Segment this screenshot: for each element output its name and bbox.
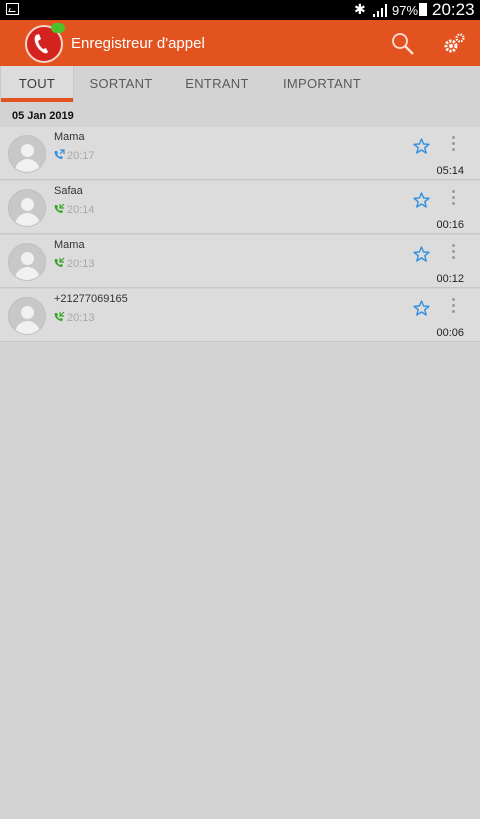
search-icon[interactable] [391, 32, 415, 56]
tab-bar: TOUT SORTANT ENTRANT IMPORTANT [0, 66, 480, 102]
more-options-icon[interactable] [451, 244, 457, 262]
app-logo [25, 23, 65, 63]
tab-important[interactable]: IMPORTANT [272, 66, 372, 102]
contact-name: Safaa [54, 185, 83, 197]
incoming-call-icon [54, 203, 65, 213]
call-row[interactable]: Safaa 20:14 00:16 [0, 181, 480, 234]
date-header-label: 05 Jan 2019 [12, 110, 74, 122]
clock: 20:23 [432, 0, 475, 19]
tab-tout[interactable]: TOUT [0, 66, 74, 102]
avatar [8, 297, 46, 335]
contact-name: +21277069165 [54, 293, 128, 305]
avatar [8, 135, 46, 173]
incoming-call-icon [54, 257, 65, 267]
call-duration: 00:16 [436, 219, 464, 231]
call-time: 20:17 [67, 150, 95, 162]
more-options-icon[interactable] [451, 136, 457, 154]
call-row[interactable]: Mama 20:13 00:12 [0, 235, 480, 288]
avatar [8, 189, 46, 227]
call-time: 20:14 [67, 204, 95, 216]
phone-icon [34, 34, 48, 54]
contact-name: Mama [54, 131, 85, 143]
battery-percent: 97% [392, 3, 419, 18]
gallery-notification-icon [6, 3, 19, 15]
incoming-call-icon [54, 311, 65, 321]
settings-gear-icon[interactable] [442, 32, 466, 56]
record-badge [51, 23, 65, 33]
call-duration: 00:12 [436, 273, 464, 285]
avatar [8, 243, 46, 281]
status-bar: ✱ 97% 20:23 [0, 0, 480, 20]
outgoing-call-icon [54, 149, 65, 159]
more-options-icon[interactable] [451, 298, 457, 316]
call-time: 20:13 [67, 258, 95, 270]
tab-entrant[interactable]: ENTRANT [174, 66, 260, 102]
star-icon[interactable] [413, 300, 430, 317]
star-icon[interactable] [413, 138, 430, 155]
date-header: 05 Jan 2019 [0, 104, 480, 126]
app-bar: Enregistreur d'appel [0, 20, 480, 66]
call-duration: 00:06 [436, 327, 464, 339]
call-time: 20:13 [67, 312, 95, 324]
app-title: Enregistreur d'appel [71, 35, 205, 52]
more-options-icon[interactable] [451, 190, 457, 208]
call-duration: 05:14 [436, 165, 464, 177]
bluetooth-icon: ✱ [354, 1, 366, 17]
star-icon[interactable] [413, 192, 430, 209]
signal-icon [373, 4, 387, 17]
contact-name: Mama [54, 239, 85, 251]
tab-sortant[interactable]: SORTANT [78, 66, 164, 102]
call-row[interactable]: +21277069165 20:13 00:06 [0, 289, 480, 342]
battery-icon [419, 3, 427, 16]
call-row[interactable]: Mama 20:17 05:14 [0, 127, 480, 180]
star-icon[interactable] [413, 246, 430, 263]
